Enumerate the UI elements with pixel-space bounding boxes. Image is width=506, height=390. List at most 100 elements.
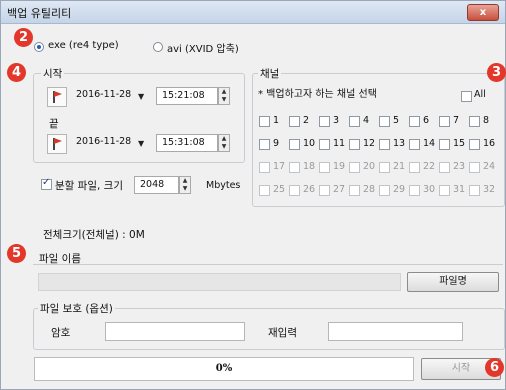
channel-checkbox-28[interactable] xyxy=(349,185,360,196)
channel-checkbox-4[interactable] xyxy=(349,116,360,127)
channel-label-23: 23 xyxy=(453,161,466,172)
channel-label-10: 10 xyxy=(303,138,316,149)
channel-checkbox-23[interactable] xyxy=(439,162,450,173)
format-radio-exe[interactable] xyxy=(34,42,44,52)
split-file-checkbox[interactable] xyxy=(41,177,52,190)
window-title: 백업 유틸리티 xyxy=(7,7,72,20)
channel-label-6: 6 xyxy=(423,115,430,126)
file-name-button[interactable]: 파일명 xyxy=(407,272,499,292)
protect-title: 파일 보호 (옵션) xyxy=(38,301,115,316)
channel-checkbox-18[interactable] xyxy=(289,162,300,173)
progress-bar: 0% xyxy=(34,357,414,381)
channel-checkbox-26[interactable] xyxy=(289,185,300,196)
end-date-dropdown-icon[interactable]: ▼ xyxy=(138,139,144,148)
start-time-spinner[interactable]: ▲ ▼ xyxy=(218,87,230,105)
channel-checkbox-12[interactable] xyxy=(349,139,360,150)
password-input[interactable] xyxy=(105,322,245,341)
end-time-field[interactable]: 15:31:08 xyxy=(156,134,218,152)
channel-checkbox-5[interactable] xyxy=(379,116,390,127)
confirm-password-input[interactable] xyxy=(328,322,463,341)
file-name-input[interactable] xyxy=(38,273,401,291)
channel-checkbox-19[interactable] xyxy=(319,162,330,173)
split-file-label: 분할 파일, 크기 xyxy=(55,180,123,192)
title-bar: 백업 유틸리티 x xyxy=(1,1,505,24)
start-label: 시작 xyxy=(41,66,65,81)
channel-label-17: 17 xyxy=(273,161,286,172)
channel-checkbox-27[interactable] xyxy=(319,185,330,196)
callout-badge-6: 6 xyxy=(485,358,504,377)
channel-label-4: 4 xyxy=(363,115,370,126)
callout-badge-3: 3 xyxy=(487,63,506,82)
format-label-exe: exe (re4 type) xyxy=(48,40,119,51)
callout-badge-2: 2 xyxy=(14,28,33,47)
channel-label-14: 14 xyxy=(423,138,436,149)
format-radio-avi[interactable] xyxy=(153,42,163,52)
channel-label-5: 5 xyxy=(393,115,400,126)
channel-checkbox-25[interactable] xyxy=(259,185,270,196)
channel-checkbox-29[interactable] xyxy=(379,185,390,196)
channel-title: 채널 xyxy=(258,66,282,81)
channel-checkbox-8[interactable] xyxy=(469,116,480,127)
channel-label-21: 21 xyxy=(393,161,406,172)
channel-label-24: 24 xyxy=(483,161,496,172)
end-label: 끝 xyxy=(47,116,61,131)
channel-checkbox-1[interactable] xyxy=(259,116,270,127)
channel-checkbox-7[interactable] xyxy=(439,116,450,127)
channel-hint: * 백업하고자 하는 채널 선택 xyxy=(258,89,377,100)
split-size-input[interactable]: 2048 xyxy=(134,176,179,194)
channel-label-13: 13 xyxy=(393,138,406,149)
end-time-spinner[interactable]: ▲ ▼ xyxy=(218,134,230,152)
channel-checkbox-24[interactable] xyxy=(469,162,480,173)
close-button[interactable]: x xyxy=(467,4,499,21)
channel-label-32: 32 xyxy=(483,184,496,195)
channel-label-20: 20 xyxy=(363,161,376,172)
channel-label-19: 19 xyxy=(333,161,346,172)
channel-checkbox-11[interactable] xyxy=(319,139,330,150)
total-size-text: 전체크기(전체널) : 0M xyxy=(43,229,145,241)
channel-label-2: 2 xyxy=(303,115,310,126)
channel-label-11: 11 xyxy=(333,138,346,149)
channel-label-25: 25 xyxy=(273,184,286,195)
channel-checkbox-3[interactable] xyxy=(319,116,330,127)
channel-checkbox-16[interactable] xyxy=(469,139,480,150)
confirm-label: 재입력 xyxy=(268,327,297,339)
channel-label-3: 3 xyxy=(333,115,340,126)
channel-label-15: 15 xyxy=(453,138,466,149)
channel-checkbox-6[interactable] xyxy=(409,116,420,127)
channel-label-9: 9 xyxy=(273,138,280,149)
channel-label-27: 27 xyxy=(333,184,346,195)
channel-label-18: 18 xyxy=(303,161,316,172)
channel-checkbox-30[interactable] xyxy=(409,185,420,196)
channel-label-8: 8 xyxy=(483,115,490,126)
split-size-spinner[interactable]: ▲ ▼ xyxy=(179,176,191,194)
channel-checkbox-15[interactable] xyxy=(439,139,450,150)
start-date-dropdown-icon[interactable]: ▼ xyxy=(138,92,144,101)
channel-label-30: 30 xyxy=(423,184,436,195)
channel-checkbox-2[interactable] xyxy=(289,116,300,127)
channel-checkbox-17[interactable] xyxy=(259,162,270,173)
channel-checkbox-14[interactable] xyxy=(409,139,420,150)
channel-all-checkbox[interactable] xyxy=(461,91,472,102)
channel-checkbox-31[interactable] xyxy=(439,185,450,196)
channel-checkbox-21[interactable] xyxy=(379,162,390,173)
file-name-divider xyxy=(33,264,503,265)
channel-checkbox-13[interactable] xyxy=(379,139,390,150)
channel-all-label: All xyxy=(474,89,486,100)
channel-label-12: 12 xyxy=(363,138,376,149)
channel-checkbox-9[interactable] xyxy=(259,139,270,150)
channel-label-29: 29 xyxy=(393,184,406,195)
start-time-field[interactable]: 15:21:08 xyxy=(156,87,218,105)
channel-label-16: 16 xyxy=(483,138,496,149)
channel-checkbox-10[interactable] xyxy=(289,139,300,150)
channel-checkbox-20[interactable] xyxy=(349,162,360,173)
end-flag-icon xyxy=(47,134,67,154)
password-label: 암호 xyxy=(51,327,71,339)
channel-label-1: 1 xyxy=(273,115,280,126)
channel-label-28: 28 xyxy=(363,184,376,195)
backup-utility-window: 백업 유틸리티 x exe (re4 type) avi (XVID 압축) 시… xyxy=(0,0,506,390)
channel-label-7: 7 xyxy=(453,115,460,126)
channel-checkbox-32[interactable] xyxy=(469,185,480,196)
callout-badge-4: 4 xyxy=(7,63,26,82)
format-label-avi: avi (XVID 압축) xyxy=(167,44,239,55)
channel-checkbox-22[interactable] xyxy=(409,162,420,173)
